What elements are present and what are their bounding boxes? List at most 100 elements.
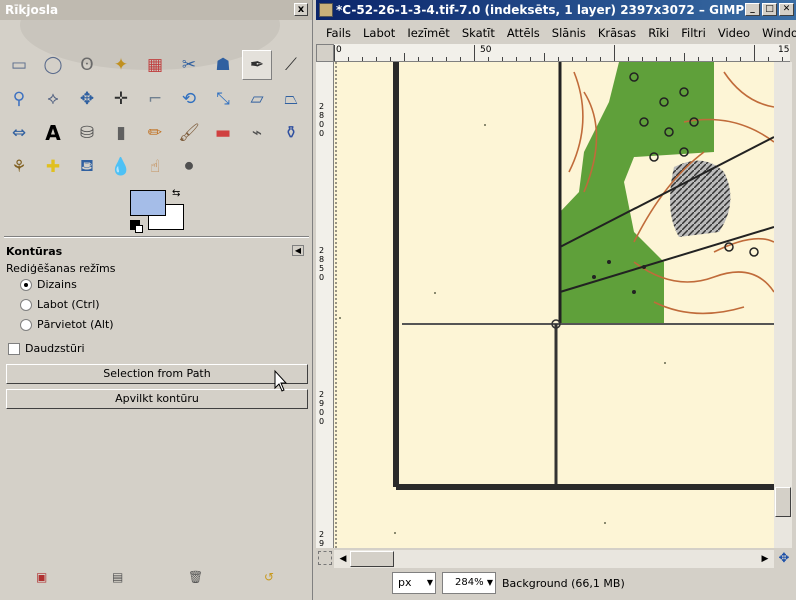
dodge-burn-icon[interactable]: ⚫: [174, 152, 204, 182]
vertical-ruler[interactable]: 2 8 0 0 2 8 5 0 2 9 0 0 2 9: [316, 62, 334, 548]
unit-select[interactable]: px ▼: [392, 572, 436, 594]
zoom-icon[interactable]: ⚲: [4, 84, 34, 114]
radio-icon[interactable]: [20, 318, 32, 331]
blend-icon[interactable]: ▮: [106, 118, 136, 148]
ruler-tick: [670, 57, 671, 61]
toolbox-titlebar[interactable]: Rīkjosla x: [0, 0, 312, 20]
zoom-select[interactable]: 284% ▼: [442, 572, 496, 594]
menu-fails[interactable]: Fails: [320, 26, 357, 40]
paintbrush-icon[interactable]: 🖌: [174, 118, 204, 148]
scissors-icon[interactable]: ✂: [174, 50, 204, 80]
horizontal-ruler[interactable]: 0 50 15: [334, 44, 790, 62]
menu-rīki[interactable]: Rīki: [642, 26, 675, 40]
measure-icon[interactable]: ⟡: [38, 84, 68, 114]
ruler-tick: [404, 53, 405, 61]
color-area[interactable]: ⇆: [130, 188, 186, 233]
bucket-fill-icon[interactable]: ⛁: [72, 118, 102, 148]
radio-icon[interactable]: [20, 298, 32, 311]
fuzzy-select-icon[interactable]: ✦: [106, 50, 136, 80]
close-icon[interactable]: x: [294, 3, 308, 16]
ruler-tick: [586, 57, 587, 61]
scroll-right-icon[interactable]: ▶: [758, 552, 772, 566]
blur-icon[interactable]: 💧: [106, 152, 136, 182]
scroll-left-icon[interactable]: ◀: [336, 552, 350, 566]
ink-icon[interactable]: ⚱: [276, 118, 306, 148]
restore-options-icon[interactable]: ▤: [112, 570, 123, 584]
ruler-tick: [334, 45, 335, 61]
menu-filtri[interactable]: Filtri: [675, 26, 712, 40]
text-icon[interactable]: A: [38, 118, 68, 148]
eraser-icon[interactable]: ▬: [208, 118, 238, 148]
menu-skatīt[interactable]: Skatīt: [456, 26, 501, 40]
default-colors-icon[interactable]: [130, 220, 143, 233]
image-canvas[interactable]: [334, 62, 774, 548]
shear-icon[interactable]: ▱: [242, 84, 272, 114]
smudge-icon[interactable]: ☝: [140, 152, 170, 182]
stroke-path-button[interactable]: Apvilkt kontūru: [6, 389, 308, 409]
free-select-icon[interactable]: ʘ: [72, 50, 102, 80]
navigate-icon[interactable]: ✥: [776, 551, 792, 567]
selection-from-path-button[interactable]: Selection from Path: [6, 364, 308, 384]
crop-icon[interactable]: ⌐: [140, 84, 170, 114]
paths-icon[interactable]: ✒: [242, 50, 272, 80]
minimize-icon[interactable]: _: [745, 3, 760, 16]
toolbox-title: Rīkjosla: [5, 3, 59, 17]
image-titlebar[interactable]: *C-52-26-1-3-4.tif-7.0 (indeksēts, 1 lay…: [316, 0, 796, 20]
menu-windows[interactable]: Windows: [756, 26, 796, 40]
ruler-tick: [698, 57, 699, 61]
tool-options-menu-icon[interactable]: ◀: [292, 245, 304, 256]
menu-labot[interactable]: Labot: [357, 26, 401, 40]
swap-colors-icon[interactable]: ⇆: [172, 188, 180, 199]
maximize-icon[interactable]: □: [762, 3, 777, 16]
polygonal-checkbox[interactable]: [8, 342, 20, 355]
perspective-icon[interactable]: ⏢: [276, 84, 306, 114]
ruler-tick: [348, 57, 349, 61]
rotate-icon[interactable]: ⟲: [174, 84, 204, 114]
airbrush-icon[interactable]: ⌁: [242, 118, 272, 148]
pencil-icon[interactable]: ✏: [140, 118, 170, 148]
vertical-scroll-thumb[interactable]: [775, 487, 791, 517]
delete-options-icon[interactable]: 🗑: [188, 570, 203, 584]
align-icon[interactable]: ✛: [106, 84, 136, 114]
mode-move[interactable]: Pārvietot (Alt): [20, 318, 114, 331]
ruler-label: 50: [480, 45, 492, 55]
flip-icon[interactable]: ⇔: [4, 118, 34, 148]
menu-video[interactable]: Video: [712, 26, 756, 40]
foreground-color[interactable]: [130, 190, 166, 216]
menu-slānis[interactable]: Slānis: [546, 26, 592, 40]
ruler-tick: [628, 57, 629, 61]
map-image: [334, 62, 774, 548]
vertical-scrollbar[interactable]: [774, 62, 792, 548]
scale-icon[interactable]: ⤡: [208, 84, 238, 114]
image-title: *C-52-26-1-3-4.tif-7.0 (indeksēts, 1 lay…: [336, 3, 745, 17]
reset-options-icon[interactable]: ↺: [264, 570, 274, 584]
menu-iezīmēt[interactable]: Iezīmēt: [401, 26, 456, 40]
radio-icon[interactable]: [20, 278, 32, 291]
ruler-tick: [614, 45, 615, 61]
foreground-select-icon[interactable]: ☗: [208, 50, 238, 80]
ruler-tick: [446, 57, 447, 61]
perspective-clone-icon[interactable]: ⛾: [72, 152, 102, 182]
quick-mask-toggle[interactable]: [318, 551, 332, 565]
ellipse-select-icon[interactable]: ◯: [38, 50, 68, 80]
ruler-corner[interactable]: [316, 44, 334, 62]
menu-krāsas[interactable]: Krāsas: [592, 26, 642, 40]
rect-select-icon[interactable]: ▭: [4, 50, 34, 80]
horizontal-scroll-thumb[interactable]: [350, 551, 394, 567]
move-icon[interactable]: ✥: [72, 84, 102, 114]
mode-label: Labot (Ctrl): [37, 298, 100, 311]
divider: [4, 236, 309, 238]
menu-attēls[interactable]: Attēls: [501, 26, 546, 40]
close-icon[interactable]: ✕: [779, 3, 794, 16]
heal-icon[interactable]: ✚: [38, 152, 68, 182]
horizontal-scrollbar[interactable]: ◀ ▶: [334, 550, 774, 568]
polygonal-option[interactable]: Daudzstūri: [8, 342, 85, 355]
save-options-icon[interactable]: ▣: [36, 570, 47, 584]
ruler-tick: [432, 57, 433, 61]
mode-design[interactable]: Dizains: [20, 278, 77, 291]
mode-label: Pārvietot (Alt): [37, 318, 114, 331]
color-select-icon[interactable]: ▦: [140, 50, 170, 80]
mode-edit[interactable]: Labot (Ctrl): [20, 298, 100, 311]
clone-icon[interactable]: ⚘: [4, 152, 34, 182]
color-picker-icon[interactable]: ⟋: [276, 50, 306, 80]
